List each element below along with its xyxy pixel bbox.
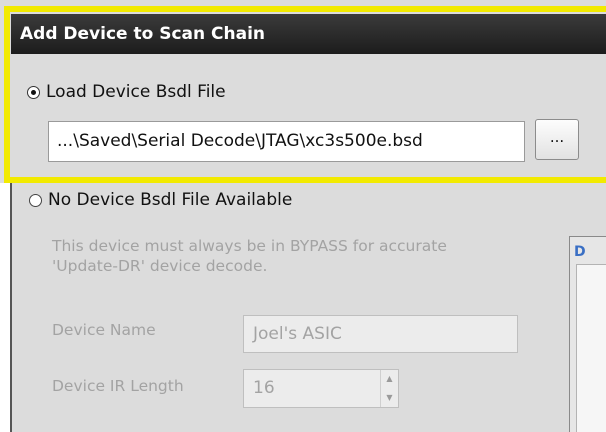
device-list-panel-label: D (574, 244, 586, 260)
bypass-note-line-2: 'Update-DR' device decode. (52, 257, 268, 275)
chevron-up-icon[interactable]: ▲ (381, 370, 398, 389)
add-device-dialog: Add Device to Scan Chain Load Device Bsd… (0, 0, 606, 432)
bypass-note: This device must always be in BYPASS for… (52, 236, 572, 276)
no-bsdl-label: No Device Bsdl File Available (48, 190, 293, 210)
browse-button[interactable]: ... (535, 119, 579, 160)
radio-checked-icon (27, 85, 40, 99)
window-left-edge (0, 183, 12, 432)
device-list[interactable] (576, 264, 606, 432)
ir-length-label: Device IR Length (52, 377, 184, 395)
ir-length-value: 16 (253, 378, 275, 398)
device-name-label: Device Name (52, 321, 156, 339)
ir-length-spin[interactable]: ▲ ▼ (380, 370, 398, 407)
dialog-title: Add Device to Scan Chain (11, 14, 606, 54)
load-bsdl-label: Load Device Bsdl File (46, 82, 226, 102)
device-list-panel: D (569, 236, 606, 432)
ir-length-stepper[interactable]: 16 ▲ ▼ (243, 369, 399, 408)
no-bsdl-radio[interactable]: No Device Bsdl File Available (29, 190, 292, 210)
load-bsdl-radio[interactable]: Load Device Bsdl File (27, 82, 226, 102)
bsdl-file-path-input[interactable]: ...\Saved\Serial Decode\JTAG\xc3s500e.bs… (48, 121, 525, 162)
device-name-input[interactable]: Joel's ASIC (243, 315, 518, 353)
chevron-down-icon[interactable]: ▼ (381, 389, 398, 408)
radio-unchecked-icon (29, 193, 42, 207)
bypass-note-line-1: This device must always be in BYPASS for… (52, 237, 447, 255)
